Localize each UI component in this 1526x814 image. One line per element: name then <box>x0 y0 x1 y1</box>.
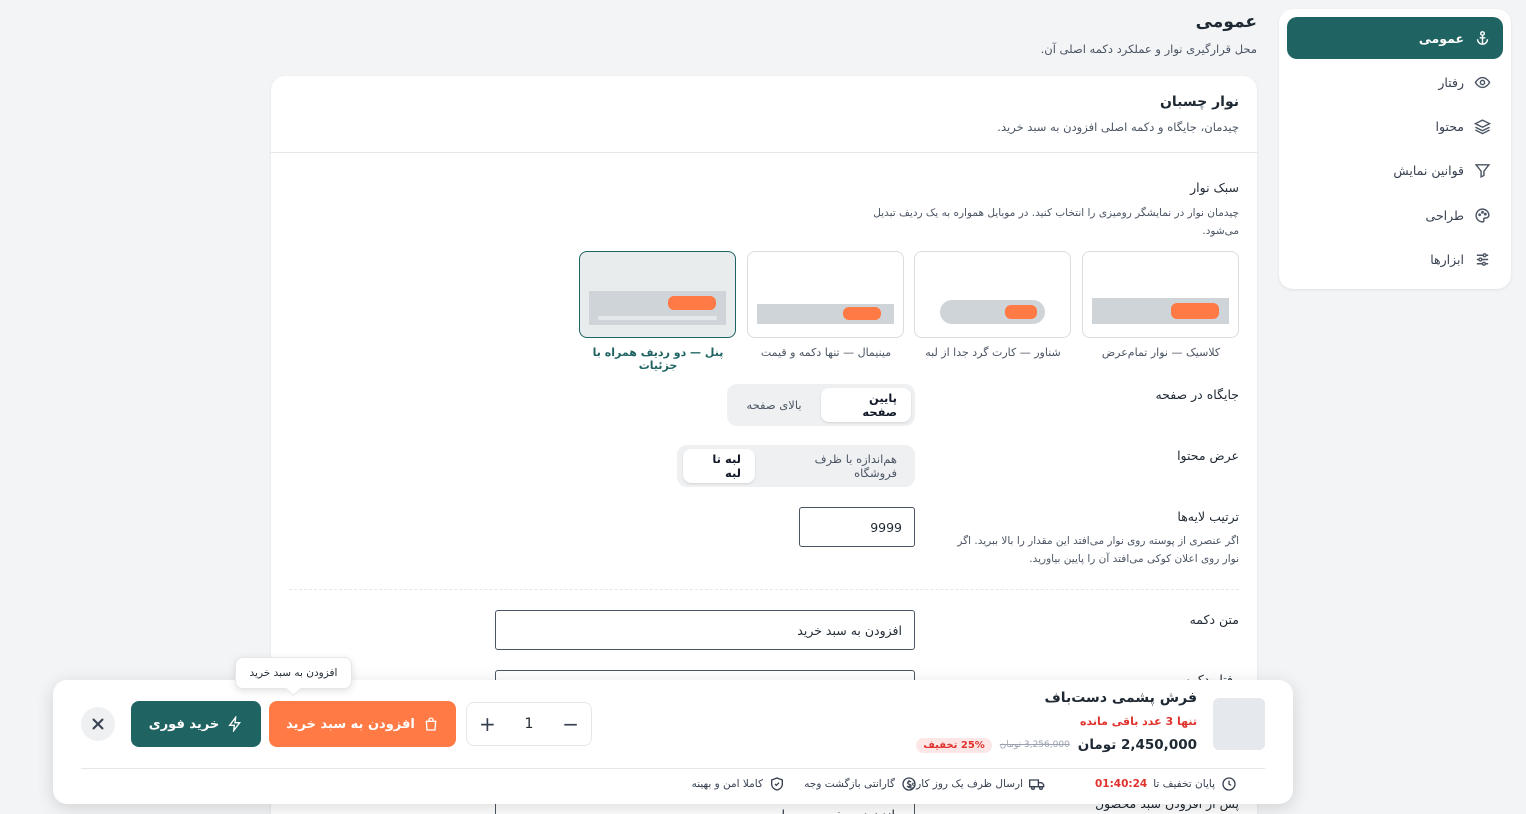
quantity-value[interactable]: 1 <box>525 716 534 732</box>
discount-timer: پایان تخفیف تا 01:40:24 <box>1095 776 1237 792</box>
sidebar-item-label: عمومی <box>1418 30 1464 46</box>
anchor-icon <box>1476 30 1489 45</box>
minus-icon[interactable]: − <box>562 712 579 736</box>
z-index-hint: اگر عنصری از پوسته روی نوار می‌افتد این … <box>957 535 1239 565</box>
trust-item-shipping: ارسال ظرف یک روز کاری <box>908 776 1045 792</box>
trust-item-label: ارسال ظرف یک روز کاری <box>907 778 1023 790</box>
plus-icon[interactable]: + <box>479 712 496 736</box>
sticky-bar-preview: فرش پشمی دست‌باف تنها 3 عدد باقی مانده 2… <box>53 680 1293 804</box>
price-row: 2,450,000 تومان 3,256,000 تومان 25% تخفی… <box>916 737 1197 753</box>
style-caption-floating: شناور — کارت گرد جدا از لبه <box>925 346 1061 359</box>
width-container-option[interactable]: هم‌اندازه با ظرف فروشگاه <box>759 449 911 483</box>
position-top-option[interactable]: بالای صفحه <box>731 388 817 422</box>
settings-sidebar: عمومی رفتار محتوا قوانین نمایش طراحی ابز… <box>1279 9 1511 289</box>
style-option-classic[interactable] <box>1082 251 1239 338</box>
style-caption-minimal: مینیمال — تنها دکمه و قیمت <box>760 346 892 359</box>
card-subtitle: چیدمان، جایگاه و دکمه اصلی افزودن به سبد… <box>997 120 1239 134</box>
sliders-icon <box>1476 252 1489 266</box>
money-icon <box>902 777 916 791</box>
add-to-cart-label: افزودن به سبد خرید <box>286 716 415 732</box>
layers-icon <box>1474 118 1491 134</box>
sidebar-item-behavior[interactable]: رفتار <box>1287 61 1503 103</box>
button-text-input[interactable]: افزودن به سبد خرید <box>495 610 915 650</box>
timer-value: 01:40:24 <box>1094 778 1148 790</box>
sidebar-item-label: طراحی <box>1425 207 1464 223</box>
lightning-icon <box>228 716 242 732</box>
z-index-label: ترتیب لایه‌ها <box>1177 509 1239 524</box>
width-edge-option[interactable]: لبه تا لبه <box>683 449 755 483</box>
sidebar-item-general[interactable]: عمومی <box>1287 17 1503 59</box>
shield-icon <box>771 777 783 791</box>
quantity-stepper: + 1 − <box>466 702 592 746</box>
clock-icon <box>1222 777 1236 791</box>
content-width-label: عرض محتوا <box>1177 448 1239 463</box>
shopping-bag-icon <box>425 717 437 731</box>
old-price: 3,256,000 تومان <box>999 740 1070 750</box>
trust-item-secure: کاملا امن و بهینه <box>692 776 785 792</box>
button-text-label: متن دکمه <box>1189 612 1239 627</box>
style-option-minimal[interactable] <box>747 251 904 338</box>
sidebar-item-display-rules[interactable]: قوانین نمایش <box>1287 149 1503 191</box>
page-title: عمومی <box>1195 12 1257 32</box>
position-label: جایگاه در صفحه <box>1155 387 1239 402</box>
bar-style-hint: چیدمان نوار در نمایشگر رومیزی را انتخاب … <box>873 207 1239 237</box>
trust-item-refund: گارانتی بازگشت وجه <box>804 776 917 792</box>
position-segmented-control: پایین صفحه بالای صفحه <box>727 384 915 426</box>
price: 2,450,000 تومان <box>1077 737 1197 753</box>
eye-icon <box>1474 76 1491 88</box>
style-caption-classic: کلاسیک — نوار تمام‌عرض <box>1101 346 1221 359</box>
bar-style-label: سبک نوار <box>1190 180 1239 195</box>
buy-now-button[interactable]: خرید فوری <box>131 701 261 747</box>
close-button[interactable] <box>81 707 115 741</box>
sidebar-item-label: قوانین نمایش <box>1393 162 1464 178</box>
product-thumbnail <box>1213 698 1265 750</box>
sidebar-item-tools[interactable]: ابزارها <box>1287 238 1503 280</box>
z-index-input[interactable]: 9999 <box>799 507 915 547</box>
style-caption-panel: پنل — دو ردیف همراه با جزئیات <box>592 346 724 372</box>
palette-icon <box>1475 207 1490 223</box>
product-name: فرش پشمی دست‌باف <box>1044 690 1197 706</box>
sidebar-item-content[interactable]: محتوا <box>1287 105 1503 147</box>
discount-badge: 25% تخفیف <box>916 737 992 753</box>
page-subtitle: محل قرارگیری نوار و عملکرد دکمه اصلی آن. <box>1040 42 1257 56</box>
position-bottom-option[interactable]: پایین صفحه <box>821 388 911 422</box>
card-title: نوار چسبان <box>1159 94 1239 110</box>
content-width-segmented-control: هم‌اندازه با ظرف فروشگاه لبه تا لبه <box>677 445 915 487</box>
trust-item-label: گارانتی بازگشت وجه <box>804 778 895 790</box>
tooltip: افزودن به سبد خرید <box>235 657 352 689</box>
sidebar-item-label: محتوا <box>1435 118 1464 134</box>
buy-now-label: خرید فوری <box>148 716 220 732</box>
style-option-floating[interactable] <box>914 251 1071 338</box>
trust-item-label: کاملا امن و بهینه <box>691 778 763 790</box>
style-option-panel[interactable] <box>579 251 736 338</box>
stock-text: تنها 3 عدد باقی مانده <box>1079 715 1197 728</box>
divider <box>271 152 1257 153</box>
divider <box>289 589 1239 590</box>
timer-label: پایان تخفیف تا <box>1153 778 1215 790</box>
sidebar-item-label: ابزارها <box>1430 251 1464 267</box>
divider <box>81 768 1265 769</box>
sidebar-item-label: رفتار <box>1438 74 1464 90</box>
add-to-cart-button[interactable]: افزودن به سبد خرید <box>269 701 456 747</box>
truck-icon <box>1029 779 1045 790</box>
close-icon <box>92 718 104 730</box>
sidebar-item-design[interactable]: طراحی <box>1287 194 1503 236</box>
filter-icon <box>1474 163 1491 178</box>
